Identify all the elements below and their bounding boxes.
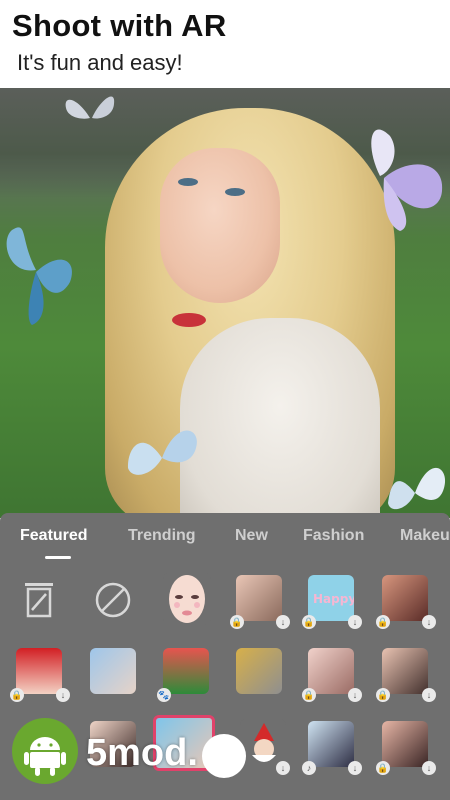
- download-icon: ↓: [348, 761, 362, 775]
- subject-face: [160, 148, 280, 303]
- lock-icon: 🔒: [302, 688, 316, 702]
- effect-thumbnail[interactable]: [90, 648, 136, 694]
- butterfly-icon: [371, 129, 443, 231]
- tab-fashion[interactable]: Fashion: [303, 527, 364, 545]
- camera-preview[interactable]: [0, 88, 450, 518]
- download-icon: ↓: [348, 688, 362, 702]
- tab-featured[interactable]: Featured: [20, 527, 88, 545]
- watermark: 5mod.: [12, 718, 252, 788]
- effect-thumbnail[interactable]: [382, 575, 428, 621]
- eraser-icon[interactable]: [22, 580, 56, 618]
- download-icon: ↓: [422, 761, 436, 775]
- watermark-bubble: [202, 734, 246, 778]
- watermark-text: 5mod.: [86, 732, 198, 774]
- lock-icon: 🔒: [376, 761, 390, 775]
- effect-thumbnail[interactable]: [16, 648, 62, 694]
- lock-icon: 🔒: [376, 688, 390, 702]
- lock-icon: 🔒: [302, 615, 316, 629]
- download-icon: ↓: [56, 688, 70, 702]
- effect-thumbnail[interactable]: [308, 721, 354, 767]
- subject-eye-right: [225, 188, 245, 196]
- effect-thumbnail[interactable]: [382, 648, 428, 694]
- paw-icon: 🐾: [157, 688, 171, 702]
- download-icon: ↓: [276, 615, 290, 629]
- tab-trending[interactable]: Trending: [128, 527, 196, 545]
- butterfly-icon: [388, 467, 446, 510]
- effect-thumbnail[interactable]: [163, 648, 209, 694]
- effect-thumbnail[interactable]: [236, 575, 282, 621]
- tab-makeup[interactable]: Makeu: [400, 527, 450, 545]
- download-icon: ↓: [276, 761, 290, 775]
- lock-icon: 🔒: [376, 615, 390, 629]
- subject-blouse: [180, 318, 380, 518]
- effect-face-makeup[interactable]: [163, 573, 211, 625]
- page-title: Shoot with AR: [12, 8, 227, 43]
- lock-icon: 🔒: [10, 688, 24, 702]
- butterfly-icon: [65, 96, 115, 119]
- download-icon: ↓: [422, 615, 436, 629]
- android-icon: [12, 718, 78, 784]
- page-subtitle: It's fun and easy!: [17, 50, 183, 75]
- subject-eye-left: [178, 178, 198, 186]
- tab-new[interactable]: New: [235, 527, 268, 545]
- active-tab-indicator: [45, 556, 71, 559]
- no-effect-icon[interactable]: [94, 581, 132, 619]
- butterfly-icon: [127, 430, 197, 475]
- butterfly-icon: [6, 227, 72, 325]
- effect-thumbnail[interactable]: [308, 648, 354, 694]
- effect-thumbnail[interactable]: Happy: [308, 575, 354, 621]
- download-icon: ↓: [422, 688, 436, 702]
- header: Shoot with AR It's fun and easy!: [0, 0, 450, 88]
- lock-icon: 🔒: [230, 615, 244, 629]
- effect-thumbnail[interactable]: [382, 721, 428, 767]
- subject-lips: [172, 313, 206, 327]
- category-tabs: Featured Trending New Fashion Makeu: [0, 513, 450, 559]
- effect-thumbnail[interactable]: [236, 648, 282, 694]
- music-icon: ♪: [302, 761, 316, 775]
- svg-text:Happy: Happy: [313, 592, 354, 606]
- download-icon: ↓: [348, 615, 362, 629]
